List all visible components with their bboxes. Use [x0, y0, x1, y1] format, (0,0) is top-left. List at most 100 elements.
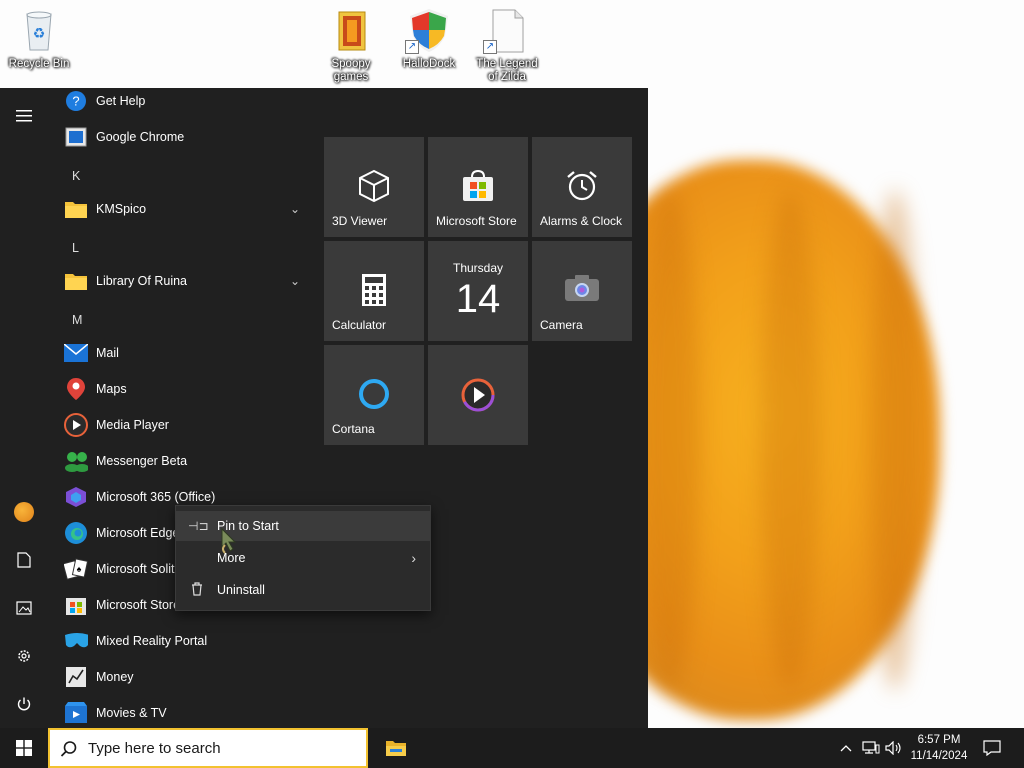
tile-label: Cortana: [332, 422, 375, 436]
file-icon: ↗: [483, 6, 531, 54]
mixed-reality-icon: [64, 629, 88, 653]
app-label: Messenger Beta: [96, 454, 188, 468]
app-google-chrome[interactable]: Google Chrome: [48, 119, 312, 155]
maps-icon: [64, 377, 88, 401]
tile-label: Alarms & Clock: [540, 214, 623, 228]
recycle-bin-icon: ♻: [15, 6, 63, 54]
power-icon[interactable]: [0, 684, 48, 724]
app-label: Mail: [96, 346, 119, 360]
search-input[interactable]: Type here to search: [48, 728, 368, 768]
app-mail[interactable]: Mail: [48, 335, 312, 371]
tile-cortana[interactable]: Cortana: [324, 345, 424, 445]
mail-icon: [64, 341, 88, 365]
volume-icon[interactable]: [884, 728, 904, 768]
folder-icon: [64, 197, 88, 221]
alarm-clock-icon: [565, 169, 599, 208]
file-explorer-icon[interactable]: [376, 728, 416, 768]
app-label: Google Chrome: [96, 130, 185, 144]
start-rail: [0, 88, 48, 728]
app-label: Library Of Ruina: [96, 274, 188, 288]
tile-label: Calculator: [332, 318, 387, 332]
media-player-icon: [460, 377, 496, 418]
app-label: Microsoft 365 (Office): [96, 490, 216, 504]
menu-item-uninstall[interactable]: Uninstall: [176, 575, 430, 605]
notification-icon[interactable]: [976, 728, 1008, 768]
store-icon: [64, 593, 88, 617]
money-icon: [64, 665, 88, 689]
chevron-down-icon[interactable]: ⌄: [290, 274, 300, 288]
tile-alarms-clock[interactable]: Alarms & Clock: [532, 137, 632, 237]
camera-icon: [564, 273, 600, 308]
desktop-icon-legend-of-zilda[interactable]: ↗ The Legend of Zilda: [471, 6, 543, 84]
calendar-date: 14: [455, 277, 501, 321]
svg-text:♻: ♻: [33, 25, 46, 41]
app-label: Media Player: [96, 418, 169, 432]
app-get-help[interactable]: ? Get Help: [48, 88, 312, 119]
letter-header[interactable]: K: [72, 169, 80, 183]
tile-label: Camera: [540, 318, 583, 332]
app-label: Get Help: [96, 94, 146, 108]
app-library-of-ruina[interactable]: Library Of Ruina ⌄: [48, 263, 312, 299]
desktop-icon-label: HalloDock: [402, 58, 456, 70]
media-player-icon: [64, 413, 88, 437]
pin-icon: ⊣⊐: [188, 519, 209, 533]
desktop-icon-spoopy-games[interactable]: Spoopy games: [315, 6, 387, 84]
folder-icon: [64, 269, 88, 293]
documents-icon[interactable]: [0, 540, 48, 580]
letter-header[interactable]: M: [72, 313, 82, 327]
cube-icon: [358, 169, 390, 208]
store-icon: [462, 169, 494, 208]
calculator-icon: [360, 273, 388, 312]
app-media-player[interactable]: Media Player: [48, 407, 312, 443]
app-movies-tv[interactable]: Movies & TV: [48, 695, 312, 728]
tile-media-player[interactable]: [428, 345, 528, 445]
menu-item-more[interactable]: More ›: [176, 543, 430, 573]
windows-start-icon[interactable]: [0, 728, 48, 768]
app-maps[interactable]: Maps: [48, 371, 312, 407]
tile-camera[interactable]: Camera: [532, 241, 632, 341]
hamburger-icon[interactable]: [0, 96, 48, 136]
app-label: Mixed Reality Portal: [96, 634, 208, 648]
edge-icon: [64, 521, 88, 545]
shortcut-arrow-icon: ↗: [405, 40, 419, 54]
search-icon: [60, 740, 78, 763]
app-label: KMSpico: [96, 202, 147, 216]
wallpaper-shade: [640, 190, 700, 690]
help-icon: ?: [64, 89, 88, 113]
desktop-icon-hallodock[interactable]: ↗ HalloDock: [393, 6, 465, 71]
settings-icon[interactable]: [0, 636, 48, 676]
chevron-down-icon[interactable]: ⌄: [290, 202, 300, 216]
menu-item-label: Uninstall: [217, 583, 265, 597]
tile-microsoft-store[interactable]: Microsoft Store: [428, 137, 528, 237]
wallpaper-shade: [760, 190, 820, 690]
letter-header[interactable]: L: [72, 241, 79, 255]
network-icon[interactable]: [860, 728, 882, 768]
tile-calendar[interactable]: Thursday 14: [428, 241, 528, 341]
desktop-icon-label: Spoopy games: [331, 58, 371, 83]
menu-item-pin-to-start[interactable]: ⊣⊐ Pin to Start: [176, 511, 430, 541]
tile-calculator[interactable]: Calculator: [324, 241, 424, 341]
start-menu: ? Get Help Google Chrome K KMSpico ⌄ L L…: [0, 88, 648, 728]
app-mixed-reality-portal[interactable]: Mixed Reality Portal: [48, 623, 312, 659]
movies-icon: [64, 701, 88, 725]
app-label: Microsoft Edge: [96, 526, 180, 540]
clock-time: 6:57 PM: [917, 734, 961, 746]
context-menu: ⊣⊐ Pin to Start More › Uninstall: [175, 505, 431, 611]
app-money[interactable]: Money: [48, 659, 312, 695]
tile-label: Microsoft Store: [436, 214, 517, 228]
chevron-up-icon[interactable]: [836, 728, 856, 768]
app-messenger-beta[interactable]: Messenger Beta: [48, 443, 312, 479]
tile-3d-viewer[interactable]: 3D Viewer: [324, 137, 424, 237]
desktop-icon-recycle-bin[interactable]: ♻ Recycle Bin: [3, 6, 75, 71]
pictures-icon[interactable]: [0, 588, 48, 628]
taskbar-clock[interactable]: 6:57 PM 11/14/2024: [902, 732, 976, 764]
shortcut-arrow-icon: ↗: [483, 40, 497, 54]
tile-label: 3D Viewer: [332, 214, 388, 228]
messenger-icon: [64, 449, 88, 473]
desktop-icon-label: Recycle Bin: [8, 58, 70, 70]
app-kmspico[interactable]: KMSpico ⌄: [48, 191, 312, 227]
app-label: Microsoft Store: [96, 598, 181, 612]
clock-date: 11/14/2024: [910, 750, 968, 762]
mouse-cursor-icon: [219, 527, 241, 560]
user-avatar[interactable]: [0, 492, 48, 532]
